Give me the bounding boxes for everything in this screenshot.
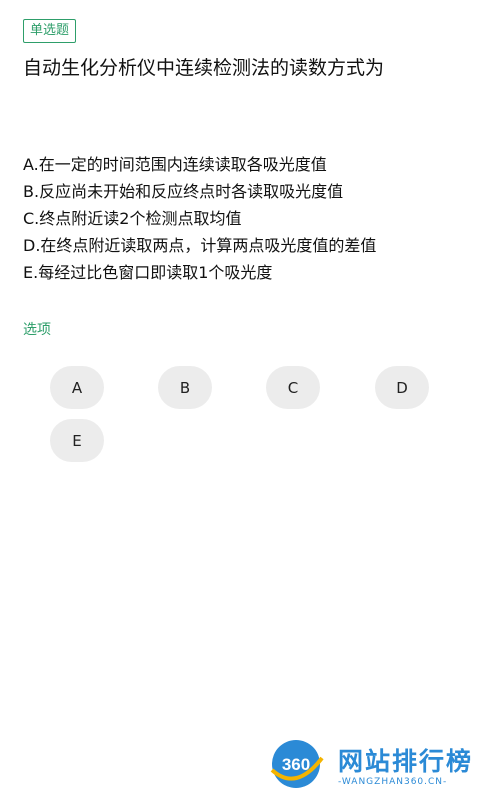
choice-button-d[interactable]: D [375, 366, 429, 409]
choices-section-label: 选项 [23, 322, 51, 338]
option-b-text: B.反应尚未开始和反应终点时各读取吸光度值 [23, 182, 344, 201]
question-type-badge: 单选题 [23, 19, 77, 43]
option-e-text: E.每经过比色窗口即读取1个吸光度 [23, 263, 273, 282]
option-d-text: D.在终点附近读取两点，计算两点吸光度值的差值 [23, 236, 377, 255]
option-c-text: C.终点附近读2个检测点取均值 [23, 209, 242, 228]
choice-button-e[interactable]: E [50, 419, 104, 462]
question-text: 自动生化分析仪中连续检测法的读数方式为 [23, 57, 385, 79]
watermark-logo-icon: 360 [270, 740, 324, 788]
watermark: 360 网站排行榜 -WANGZHAN360.CN- [266, 736, 476, 796]
choice-button-c[interactable]: C [266, 366, 320, 409]
option-a-text: A.在一定的时间范围内连续读取各吸光度值 [23, 155, 327, 174]
watermark-logo-text: 360 [282, 755, 310, 774]
watermark-title: 网站排行榜 [338, 747, 474, 776]
watermark-subtitle: -WANGZHAN360.CN- [338, 777, 448, 787]
option-list: A.在一定的时间范围内连续读取各吸光度值 B.反应尚未开始和反应终点时各读取吸光… [23, 151, 468, 286]
choice-button-a[interactable]: A [50, 366, 104, 409]
choice-button-b[interactable]: B [158, 366, 212, 409]
